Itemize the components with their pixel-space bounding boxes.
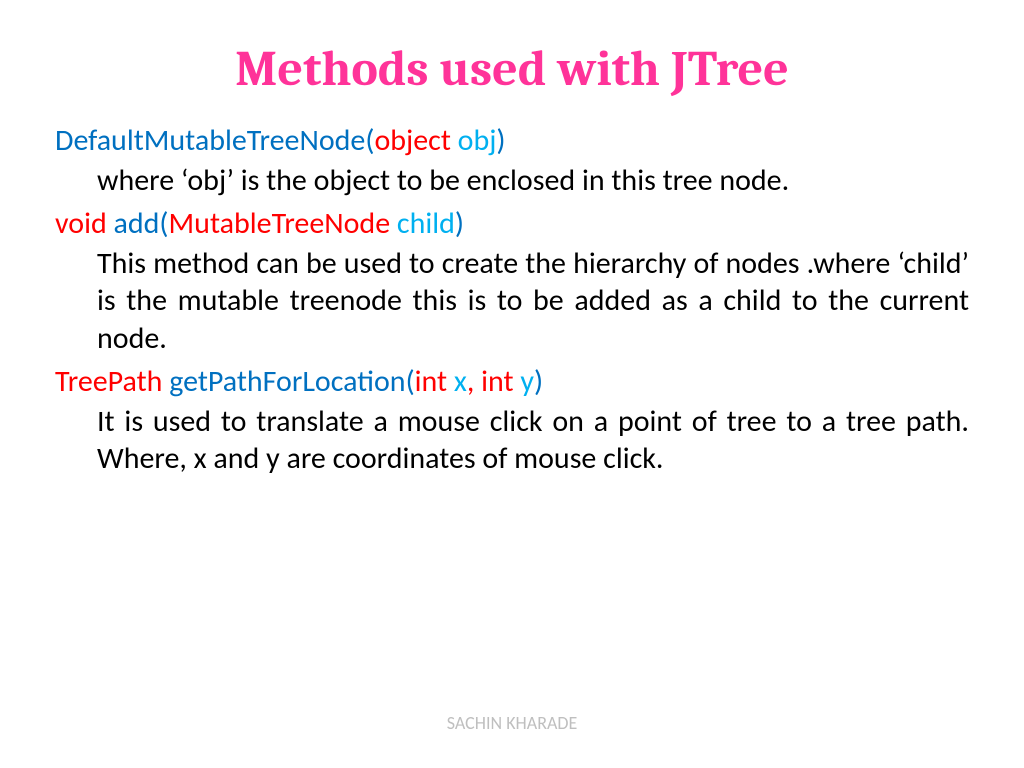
slide: Methods used with JTree DefaultMutableTr… bbox=[0, 0, 1024, 478]
sig-token: MutableTreeNode bbox=[169, 205, 397, 242]
sig-token: ) bbox=[496, 122, 505, 159]
method-description: where ‘obj’ is the object to be enclosed… bbox=[97, 162, 969, 200]
sig-token: DefaultMutableTreeNode( bbox=[55, 122, 374, 159]
sig-token: TreePath bbox=[55, 363, 169, 400]
slide-content: DefaultMutableTreeNode(object obj) where… bbox=[55, 122, 969, 478]
sig-token: obj bbox=[458, 122, 497, 159]
method-description: It is used to translate a mouse click on… bbox=[97, 403, 969, 478]
method-signature: void add(MutableTreeNode child) bbox=[55, 205, 969, 243]
method-signature: TreePath getPathForLocation(int x, int y… bbox=[55, 363, 969, 401]
sig-token: add( bbox=[114, 205, 169, 242]
sig-token: ) bbox=[534, 363, 543, 400]
sig-token: object bbox=[374, 122, 457, 159]
sig-token: x bbox=[454, 363, 467, 400]
slide-title: Methods used with JTree bbox=[55, 40, 969, 98]
sig-token: int bbox=[415, 363, 454, 400]
sig-token: ) bbox=[455, 205, 464, 242]
sig-token: int bbox=[481, 363, 520, 400]
method-signature: DefaultMutableTreeNode(object obj) bbox=[55, 122, 969, 160]
sig-token: getPathForLocation( bbox=[169, 363, 414, 400]
sig-token: void bbox=[55, 205, 114, 242]
sig-token: , bbox=[467, 363, 481, 400]
sig-token: y bbox=[520, 363, 534, 400]
method-description: This method can be used to create the hi… bbox=[97, 245, 969, 358]
footer-author: SACHIN KHARADE bbox=[0, 712, 1024, 734]
sig-token: child bbox=[397, 205, 455, 242]
